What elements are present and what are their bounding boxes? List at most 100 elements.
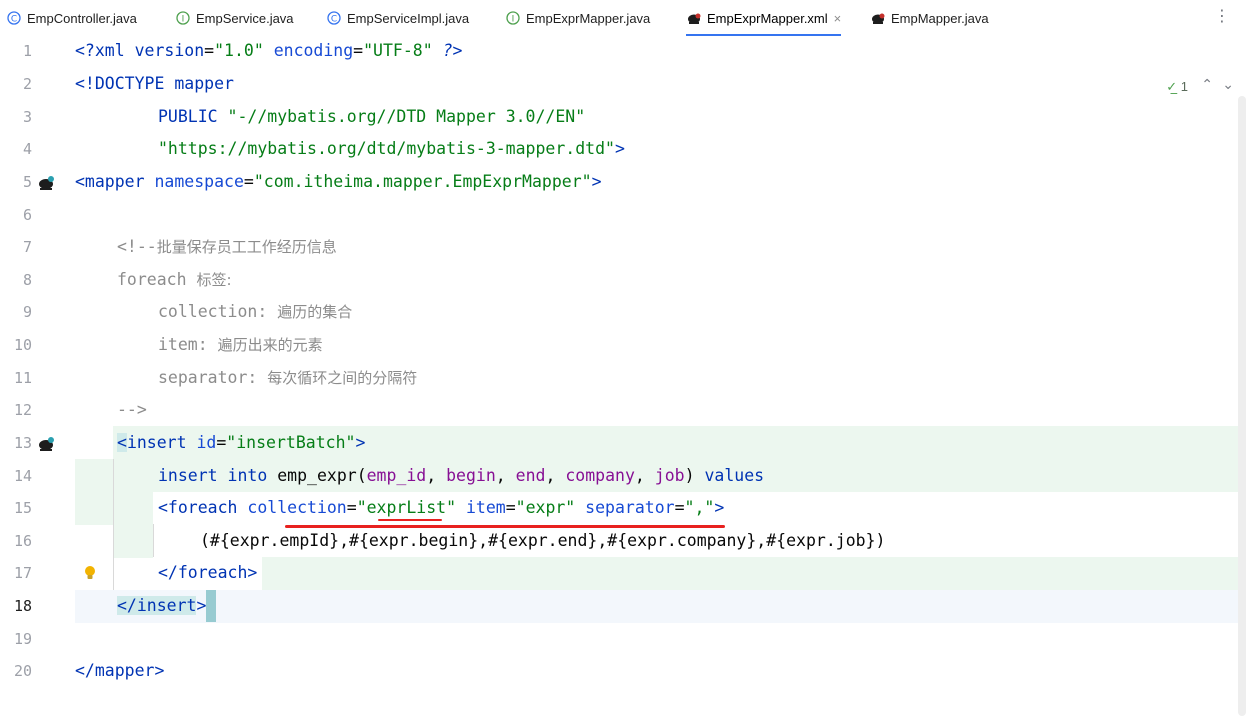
tab-emp-service-impl[interactable]: C EmpServiceImpl.java (326, 0, 469, 36)
line-number: 8 (22, 271, 32, 289)
token: > (196, 596, 207, 615)
token: ) (684, 466, 705, 485)
svg-text:I: I (181, 15, 184, 25)
line-content: PUBLIC "-//mybatis.org//DTD Mapper 3.0//… (158, 101, 585, 133)
line-number: 16 (13, 532, 32, 550)
token: "com.itheima.mapper.EmpExprMapper" (253, 172, 592, 191)
token: "https://mybatis.org/dtd/mybatis-3-mappe… (158, 139, 615, 158)
token: > (614, 139, 625, 158)
token: "insertBatch" (226, 433, 356, 452)
svg-text:C: C (330, 15, 336, 25)
token: separator: (158, 368, 268, 387)
token: </ (117, 596, 137, 615)
close-icon[interactable]: × (834, 11, 842, 26)
token: = (674, 498, 685, 517)
token: 遍历出来的元素 (217, 336, 323, 354)
line-content: item: 遍历出来的元素 (158, 329, 323, 361)
line-number: 20 (13, 662, 32, 680)
token: encoding (263, 41, 354, 60)
code-line: 1 <?xml version="1.0" encoding="UTF-8" ?… (0, 35, 1248, 67)
line-number: 5 (22, 173, 32, 191)
code-line: 19 (0, 623, 1248, 655)
line-number: 15 (13, 499, 32, 517)
line-number: 7 (22, 238, 32, 256)
token: "," (684, 498, 715, 517)
lightbulb-icon[interactable] (80, 563, 100, 583)
token: > (355, 433, 366, 452)
mybatis-icon (686, 11, 701, 26)
code-line: 7 <!--批量保存员工工作经历信息 (0, 231, 1248, 263)
token: > (247, 563, 258, 582)
token: insert into (158, 466, 278, 485)
token: <mapper (75, 172, 155, 191)
tab-emp-controller[interactable]: C EmpController.java (6, 0, 137, 36)
line-content: foreach 标签: (117, 264, 232, 296)
token: id (186, 433, 217, 452)
token: "-//mybatis.org//DTD Mapper 3.0//EN" (227, 107, 586, 126)
tab-emp-service[interactable]: I EmpService.java (175, 0, 294, 36)
line-content: </foreach> (158, 557, 257, 589)
code-line: 17 </foreach> (0, 557, 1248, 589)
token: > (591, 172, 602, 191)
token: separator (575, 498, 675, 517)
tab-emp-mapper-java[interactable]: EmpMapper.java (870, 0, 989, 36)
line-content: "https://mybatis.org/dtd/mybatis-3-mappe… (158, 133, 625, 165)
line-number: 14 (13, 467, 32, 485)
line-number: 11 (13, 369, 32, 387)
line-content: <foreach collection="exprList" item="exp… (158, 492, 724, 524)
line-number: 1 (22, 42, 32, 60)
code-editor[interactable]: ✓̲ 1 ⌃ ⌄ 1 <?xml version="1.0" encoding=… (0, 35, 1248, 716)
line-content: <insert id="insertBatch"> (117, 427, 365, 459)
line-content: </mapper> (75, 661, 165, 680)
class-icon: C (326, 11, 341, 26)
token: insert (126, 433, 187, 452)
token: PUBLIC (158, 107, 228, 126)
line-content: <!--批量保存员工工作经历信息 (117, 231, 337, 263)
token: collection: (158, 302, 278, 321)
token: = (243, 172, 254, 191)
code-line: 4 "https://mybatis.org/dtd/mybatis-3-map… (0, 133, 1248, 165)
token: = (216, 433, 227, 452)
svg-text:I: I (511, 15, 514, 25)
token: item (456, 498, 506, 517)
tab-emp-expr-mapper-java[interactable]: I EmpExprMapper.java (505, 0, 650, 36)
code-line: 13 <insert id="insertBatch"> (0, 427, 1248, 459)
interface-icon: I (175, 11, 190, 26)
token: <!-- (117, 237, 157, 256)
code-line: 6 (0, 199, 1248, 231)
mybatis-gutter-icon[interactable] (36, 172, 56, 192)
token: begin (446, 466, 496, 485)
token: "1.0" (214, 41, 264, 60)
token: foreach (117, 270, 197, 289)
token: namespace (154, 172, 244, 191)
tab-label: EmpService.java (196, 10, 294, 26)
code-line: 20 </mapper> (0, 655, 1248, 687)
line-content: collection: 遍历的集合 (158, 296, 352, 328)
token: item: (158, 335, 218, 354)
code-line: 11 separator: 每次循环之间的分隔符 (0, 362, 1248, 394)
token: company (565, 466, 635, 485)
code-line: 5 <mapper namespace="com.itheima.mapper.… (0, 166, 1248, 198)
mybatis-gutter-icon[interactable] (36, 433, 56, 453)
tab-label: EmpExprMapper.java (526, 10, 651, 26)
line-number: 3 (22, 108, 32, 126)
token: "UTF-8" (363, 41, 433, 60)
code-line: 15 <foreach collection="exprList" item="… (0, 492, 1248, 524)
token: = (204, 41, 215, 60)
token: , (426, 466, 447, 485)
token: job (654, 466, 685, 485)
token: 遍历的集合 (277, 303, 353, 321)
line-content: (#{expr.empId},#{expr.begin},#{expr.end}… (200, 531, 886, 550)
line-content: </insert> (117, 590, 217, 622)
more-tabs-icon[interactable]: ⋮ (1214, 9, 1230, 25)
token: xml version (94, 41, 205, 60)
line-number: 13 (13, 434, 32, 452)
token: = (353, 41, 364, 60)
token: insert (136, 596, 197, 615)
token: "expr" (515, 498, 576, 517)
line-content: <mapper namespace="com.itheima.mapper.Em… (75, 166, 602, 198)
token: emp_expr( (277, 466, 367, 485)
tab-emp-expr-mapper-xml[interactable]: EmpExprMapper.xml × (686, 0, 842, 37)
token: ?> (432, 41, 463, 60)
token: , (545, 466, 566, 485)
